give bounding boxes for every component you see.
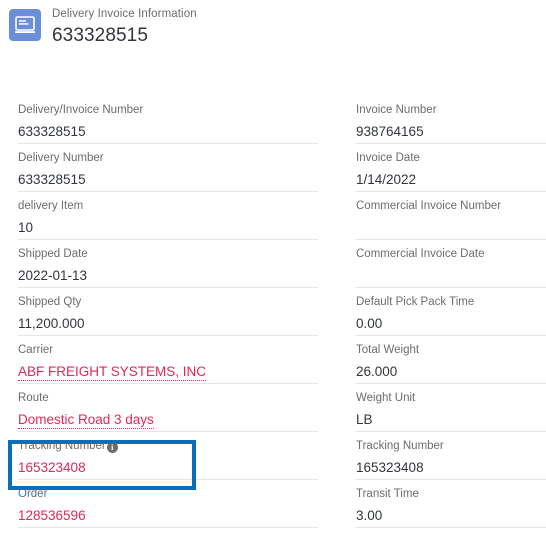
form-field: Default Pick Pack Time 0.00 xyxy=(356,288,546,336)
form-field: Invoice Number 938764165 xyxy=(356,96,546,144)
form-field: Route Domestic Road 3 days xyxy=(18,384,318,432)
form-field: Weight Unit LB xyxy=(356,384,546,432)
field-label: Shipped Qty xyxy=(18,296,82,308)
field-label: Carrier xyxy=(18,344,54,356)
object-header-text: Delivery Invoice Information 633328515 xyxy=(52,8,197,46)
field-label: Commercial Invoice Number xyxy=(356,200,502,212)
info-icon[interactable]: i xyxy=(106,442,118,453)
field-value[interactable]: ABF FREIGHT SYSTEMS, INC xyxy=(18,364,207,381)
field-label: Invoice Number xyxy=(356,104,437,116)
field-value: 11,200.000 xyxy=(18,316,85,331)
field-value xyxy=(356,267,546,285)
form-field: Transit Time 3.00 xyxy=(356,480,546,528)
field-value: 0.00 xyxy=(356,316,383,331)
field-label: Weight Unit xyxy=(356,392,416,404)
field-label: Shipped Date xyxy=(18,248,88,260)
field-label: Tracking Number i xyxy=(18,439,118,454)
form-field: Tracking Number i 165323408 xyxy=(18,432,318,480)
field-value: LB xyxy=(356,412,373,427)
field-value: 165323408 xyxy=(356,460,424,475)
form-field: delivery Item 10 xyxy=(18,192,318,240)
form-field: Total Weight 26.000 xyxy=(356,336,546,384)
field-value: 26.000 xyxy=(356,364,398,379)
field-label: Delivery/Invoice Number xyxy=(18,104,144,116)
field-value: 1/14/2022 xyxy=(356,172,417,187)
field-value-wrapper: Domestic Road 3 days xyxy=(18,411,318,429)
form-field: Order 128536596 xyxy=(18,480,318,528)
field-value: 633328515 xyxy=(18,124,86,139)
field-value[interactable]: 165323408 xyxy=(18,459,318,477)
delivery-document-icon xyxy=(9,9,41,41)
form-field: Shipped Date 2022-01-13 xyxy=(18,240,318,288)
form-column-left: Delivery/Invoice Number 633328515 Delivery… xyxy=(18,96,318,528)
field-value: 938764165 xyxy=(356,124,424,139)
field-value-wrapper: 165323408 xyxy=(18,459,318,477)
field-label: Total Weight xyxy=(356,344,420,356)
field-label: Default Pick Pack Time xyxy=(356,296,475,308)
field-value xyxy=(356,219,546,237)
delivery-invoice-form: Delivery/Invoice Number 633328515 Delivery… xyxy=(0,96,546,528)
object-header-title: 633328515 xyxy=(52,24,149,46)
field-value-wrapper: ABF FREIGHT SYSTEMS, INC xyxy=(18,363,318,381)
object-header-subtitle: Delivery Invoice Information xyxy=(52,8,197,20)
field-value[interactable]: 128536596 xyxy=(18,507,318,525)
object-header: Delivery Invoice Information 633328515 xyxy=(0,0,546,48)
form-field: Delivery Number 633328515 xyxy=(18,144,318,192)
field-label: Delivery Number xyxy=(18,152,104,164)
field-label: Commercial Invoice Date xyxy=(356,248,485,260)
field-label: delivery Item xyxy=(18,200,84,212)
field-value-wrapper: 128536596 xyxy=(18,507,318,525)
field-label: Invoice Date xyxy=(356,152,420,164)
form-field: Commercial Invoice Number xyxy=(356,192,546,240)
field-label: Order xyxy=(18,488,48,500)
field-label: Tracking Number xyxy=(356,440,444,452)
form-field: Tracking Number 165323408 xyxy=(356,432,546,480)
field-value: 3.00 xyxy=(356,508,383,523)
form-field: Invoice Date 1/14/2022 xyxy=(356,144,546,192)
field-label: Transit Time xyxy=(356,488,419,500)
form-field: Shipped Qty 11,200.000 xyxy=(18,288,318,336)
form-field: Delivery/Invoice Number 633328515 xyxy=(18,96,318,144)
field-value: 2022-01-13 xyxy=(18,268,88,283)
field-value: 633328515 xyxy=(18,172,86,187)
form-column-right: Invoice Number 938764165 Invoice Date 1/14/… xyxy=(356,96,546,528)
form-field: Carrier ABF FREIGHT SYSTEMS, INC xyxy=(18,336,318,384)
form-field: Commercial Invoice Date xyxy=(356,240,546,288)
field-value: 10 xyxy=(18,220,34,235)
field-value[interactable]: Domestic Road 3 days xyxy=(18,412,154,429)
field-label: Route xyxy=(18,392,49,404)
